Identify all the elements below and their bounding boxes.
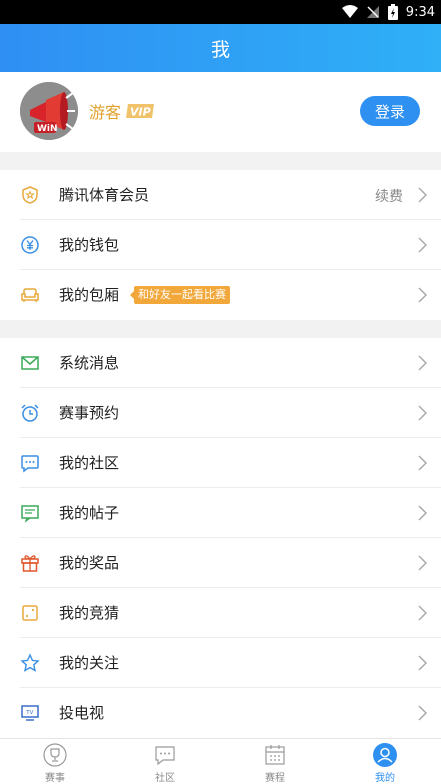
feature-menu: 系统消息 赛事预约 我的社区 我的帖子 我的奖品 我的竞猜 我的关注 TV 投电… [0,338,441,738]
chevron-right-icon [418,287,427,303]
gift-icon [21,555,39,572]
menu-label: 腾讯体育会员 [59,186,150,204]
chevron-right-icon [418,187,427,203]
tab-me[interactable]: 我的 [355,741,415,784]
menu-item-my-follows[interactable]: 我的关注 [0,638,441,688]
chevron-right-icon [418,237,427,253]
menu-item-cast-to-tv[interactable]: TV 投电视 [0,688,441,738]
tab-matches[interactable]: 赛事 [25,741,85,784]
tab-label: 我的 [375,773,395,784]
tab-schedule[interactable]: 赛程 [245,741,305,784]
page-title: 我 [210,38,230,61]
chevron-right-icon [418,405,427,421]
login-button[interactable]: 登录 [360,96,420,126]
menu-item-tencent-sports-member[interactable]: 腾讯体育会员 续费 [0,170,441,220]
menu-item-my-posts[interactable]: 我的帖子 [0,488,441,538]
menu-item-wallet[interactable]: 我的钱包 [0,220,441,270]
menu-label: 我的钱包 [59,236,120,254]
battery-charging-icon [387,4,398,20]
alarm-clock-icon [21,404,39,422]
menu-label: 我的包厢 [59,286,120,304]
vip-badge-icon: VIP [126,104,155,119]
megaphone-logo-icon: WiN [20,82,78,140]
tab-label: 社区 [155,773,175,784]
account-menu: 腾讯体育会员 续费 我的钱包 我的包厢 和好友一起看比赛 [0,170,441,320]
trophy-icon [43,743,67,767]
menu-item-private-box[interactable]: 我的包厢 和好友一起看比赛 [0,270,441,320]
menu-item-system-messages[interactable]: 系统消息 [0,338,441,388]
guest-label: 游客 VIP [89,99,155,123]
chat-bubble-icon [21,455,39,473]
menu-item-match-reservations[interactable]: 赛事预约 [0,388,441,438]
bottom-tab-bar: 赛事 社区 赛程 我的 [0,738,441,784]
status-icons: 9:34 [341,2,435,22]
menu-label: 我的帖子 [59,504,120,522]
medal-icon [22,186,38,204]
menu-label: 赛事预约 [59,404,120,422]
menu-item-my-guesses[interactable]: 我的竞猜 [0,588,441,638]
tab-label: 赛程 [265,773,285,784]
avatar[interactable]: WiN [20,82,78,140]
sofa-icon [21,288,39,302]
status-bar: 9:34 [0,0,441,24]
mail-icon [21,356,39,370]
calendar-icon [265,745,285,765]
star-icon [20,653,40,672]
tv-icon: TV [21,705,39,721]
guest-name: 游客 [89,103,122,122]
chevron-right-icon [418,455,427,471]
menu-item-my-community[interactable]: 我的社区 [0,438,441,488]
dice-icon [22,605,38,621]
menu-label: 投电视 [59,704,105,722]
chevron-right-icon [418,655,427,671]
chevron-right-icon [418,605,427,621]
svg-text:WiN: WiN [37,124,58,134]
clock: 9:34 [405,4,435,20]
menu-item-my-prizes[interactable]: 我的奖品 [0,538,441,588]
menu-label: 我的竞猜 [59,604,120,622]
wifi-icon [341,5,358,18]
tab-community[interactable]: 社区 [135,741,195,784]
no-signal-icon [366,6,379,18]
chevron-right-icon [418,705,427,721]
menu-label: 系统消息 [59,354,120,372]
post-icon [21,505,39,523]
promo-tag: 和好友一起看比赛 [130,286,230,304]
svg-text:VIP: VIP [130,106,151,119]
chevron-right-icon [418,355,427,371]
chat-bubble-icon [155,746,175,766]
person-icon [373,743,397,767]
menu-label: 我的奖品 [59,554,120,572]
tab-label: 赛事 [45,773,65,784]
profile-card: WiN 游客 VIP 登录 [0,72,441,152]
header: 我 [0,24,441,72]
svg-text:TV: TV [25,710,33,716]
chevron-right-icon [418,555,427,571]
chevron-right-icon [418,505,427,521]
renew-label[interactable]: 续费 [375,186,403,206]
yen-icon [21,236,39,254]
menu-label: 我的社区 [59,454,120,472]
menu-label: 我的关注 [59,654,120,672]
